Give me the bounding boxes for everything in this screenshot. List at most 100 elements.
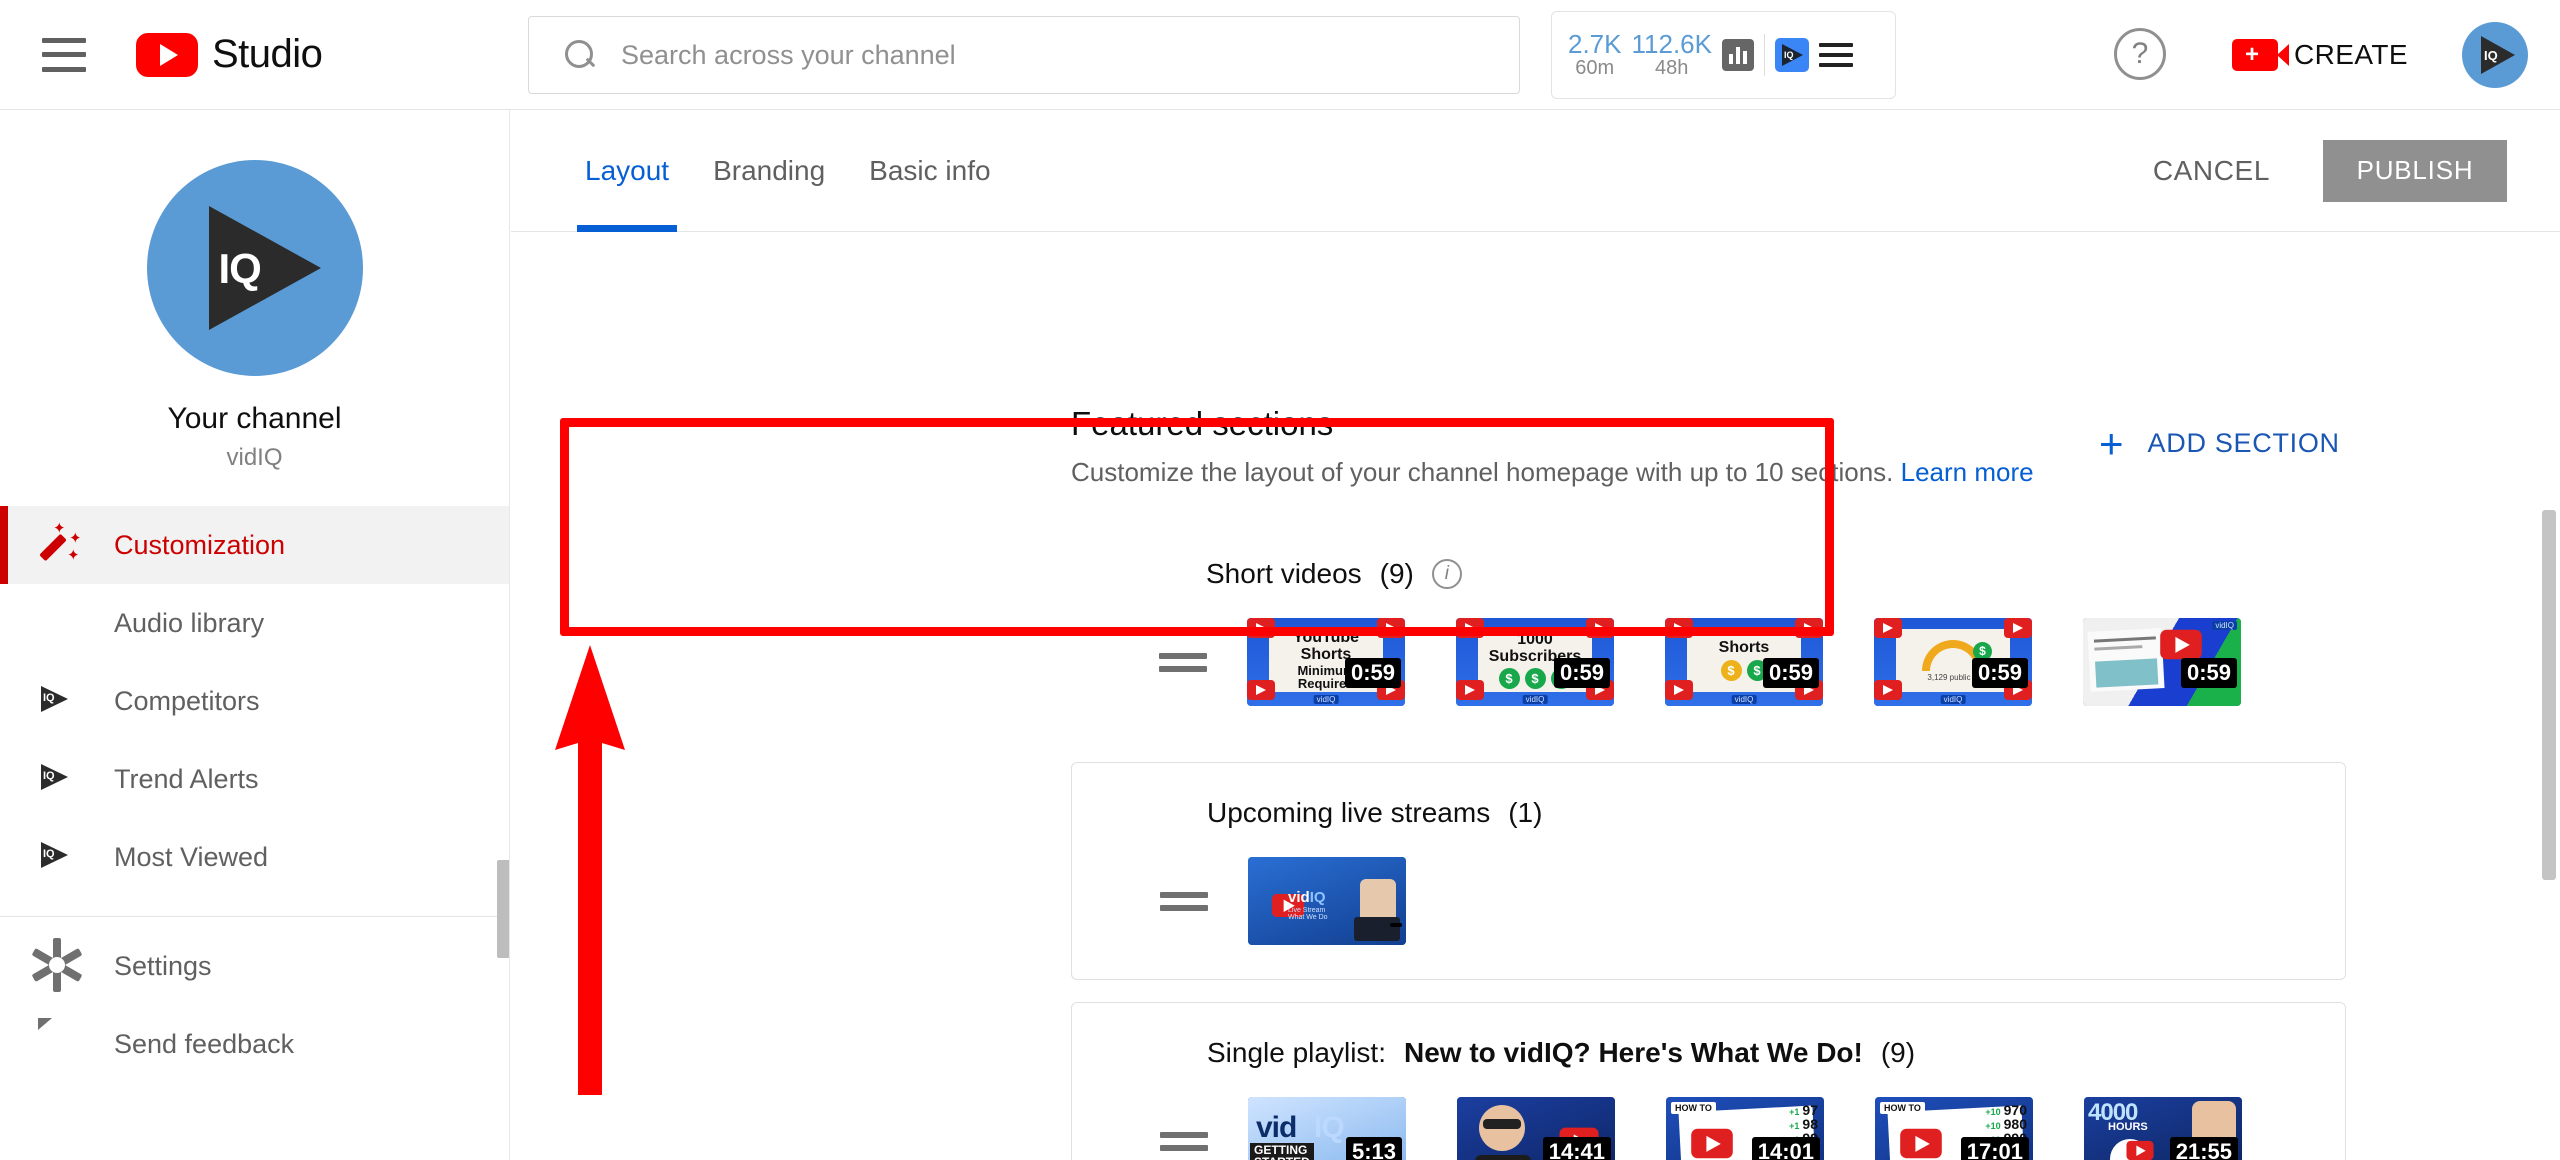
section-body: vid IQ GETTINGSTARTED 5:13 vidIQ <box>1072 1097 2345 1160</box>
info-icon[interactable]: i <box>1432 559 1462 589</box>
video-thumbnails: vidIQ Live StreamWhat We Do <box>1248 857 1406 945</box>
sidebar-item-label: Most Viewed <box>114 842 268 873</box>
sidebar-item-customization[interactable]: ✦✦✦ Customization <box>0 506 509 584</box>
video-thumbnail[interactable]: $ 3,129 public w vidIQ 0:59 <box>1874 618 2032 706</box>
drag-handle[interactable] <box>1160 1132 1208 1151</box>
video-thumbnail[interactable]: vidIQ Live StreamWhat We Do <box>1248 857 1406 945</box>
tab-label: Basic info <box>869 155 990 187</box>
sidebar-item-audio-library[interactable]: ♪ Audio library <box>0 584 509 662</box>
video-duration: 0:59 <box>2181 658 2237 688</box>
video-duration: 14:01 <box>1752 1137 1820 1160</box>
hamburger-menu-icon[interactable] <box>42 38 86 72</box>
section-count: (9) <box>1881 1037 1915 1069</box>
video-duration: 5:13 <box>1346 1137 1402 1160</box>
tab-label: Layout <box>585 155 669 187</box>
brand-text: Studio <box>212 32 322 77</box>
channel-title: Your channel <box>0 402 509 436</box>
vidiq-watch-period: 48h <box>1655 58 1688 79</box>
sidebar-scrollbar[interactable] <box>497 860 510 958</box>
section-single-playlist[interactable]: Single playlist: New to vidIQ? Here's Wh… <box>1071 1002 2346 1160</box>
video-duration: 0:59 <box>1554 658 1610 688</box>
sidebar-divider <box>0 916 509 917</box>
video-thumbnails: YouTube ShortsMinimumRequired vidIQ 0:59… <box>1247 618 2241 706</box>
page-scrollbar[interactable] <box>2542 510 2556 880</box>
plus-icon: + <box>2099 429 2124 459</box>
create-button[interactable]: + CREATE <box>2206 22 2434 88</box>
sidebar-item-trend-alerts[interactable]: IQ Trend Alerts <box>0 740 509 818</box>
video-duration: 0:59 <box>1972 658 2028 688</box>
video-thumbnail[interactable]: YouTube ShortsMinimumRequired vidIQ 0:59 <box>1247 618 1405 706</box>
bar-chart-icon[interactable] <box>1722 39 1754 71</box>
tab-basic-info[interactable]: Basic info <box>847 110 1012 232</box>
main-content: Layout Branding Basic info CANCEL PUBLIS… <box>511 110 2560 1160</box>
video-thumbnail[interactable]: vidIQ 0:59 <box>2083 618 2241 706</box>
vidiq-icon: IQ <box>34 755 82 803</box>
sidebar-nav: ✦✦✦ Customization ♪ Audio library IQ Com… <box>0 506 509 1083</box>
video-duration: 0:59 <box>1763 658 1819 688</box>
video-thumbnails: vid IQ GETTINGSTARTED 5:13 vidIQ <box>1248 1097 2242 1160</box>
video-duration: 0:59 <box>1345 658 1401 688</box>
section-short-videos[interactable]: Short videos (9) i YouTube ShortsMinimum… <box>1071 528 2346 740</box>
tab-branding[interactable]: Branding <box>691 110 847 232</box>
vidiq-stats-widget[interactable]: 2.7K 60m 112.6K 48h IQ <box>1551 11 1896 99</box>
create-button-label: CREATE <box>2294 39 2408 71</box>
channel-avatar[interactable]: IQ <box>147 160 363 376</box>
search-icon <box>563 38 597 72</box>
video-thumbnail[interactable]: vidIQ 14:41 <box>1457 1097 1615 1160</box>
vidiq-icon: IQ <box>34 833 82 881</box>
video-thumbnail[interactable]: 4000 HOURS vidIQ 21:55 <box>2084 1097 2242 1160</box>
section-body: YouTube ShortsMinimumRequired vidIQ 0:59… <box>1071 618 2346 706</box>
channel-handle: vidIQ <box>0 444 509 472</box>
sidebar-item-settings[interactable]: Settings <box>0 927 509 1005</box>
sidebar-item-label: Send feedback <box>114 1029 294 1060</box>
vidiq-menu-icon[interactable] <box>1819 43 1853 67</box>
video-duration <box>1390 923 1402 927</box>
drag-handle[interactable] <box>1159 653 1207 672</box>
tab-layout[interactable]: Layout <box>563 110 691 232</box>
add-section-button[interactable]: + ADD SECTION <box>2099 428 2340 459</box>
drag-handle[interactable] <box>1160 892 1208 911</box>
sidebar-item-send-feedback[interactable]: ! Send feedback <box>0 1005 509 1083</box>
video-thumbnail[interactable]: 1000 Subscribers $$$ vidIQ 0:59 <box>1456 618 1614 706</box>
sidebar-item-label: Audio library <box>114 608 264 639</box>
help-icon[interactable]: ? <box>2114 28 2166 80</box>
video-duration: 17:01 <box>1961 1137 2029 1160</box>
learn-more-link[interactable]: Learn more <box>1901 457 2034 487</box>
section-count: (1) <box>1508 797 1542 829</box>
vidiq-views-period: 60m <box>1575 58 1614 79</box>
section-count: (9) <box>1380 558 1414 590</box>
publish-button[interactable]: PUBLISH <box>2323 140 2507 202</box>
sidebar: IQ Your channel vidIQ ✦✦✦ Customization … <box>0 110 510 1160</box>
add-section-label: ADD SECTION <box>2148 428 2340 459</box>
sidebar-item-competitors[interactable]: IQ Competitors <box>0 662 509 740</box>
avatar[interactable]: IQ <box>2462 22 2528 88</box>
sidebar-item-label: Customization <box>114 530 285 561</box>
top-bar: Studio Search across your channel 2.7K 6… <box>0 0 2560 110</box>
youtube-studio-app: Studio Search across your channel 2.7K 6… <box>0 0 2560 1160</box>
vidiq-watch-value: 112.6K <box>1632 31 1712 58</box>
video-thumbnail[interactable]: Shorts $$ vidIQ 0:59 <box>1665 618 1823 706</box>
video-thumbnail[interactable]: HOW TO +197+198+199 vidIQ 14:01 <box>1666 1097 1824 1160</box>
video-duration: 21:55 <box>2170 1137 2238 1160</box>
search-input[interactable]: Search across your channel <box>528 16 1520 94</box>
tabs-bar: Layout Branding Basic info CANCEL PUBLIS… <box>511 110 2560 232</box>
sidebar-item-label: Settings <box>114 951 212 982</box>
sidebar-item-label: Competitors <box>114 686 260 717</box>
vidiq-logo-icon[interactable]: IQ <box>1775 38 1809 72</box>
section-upcoming-live-streams[interactable]: Upcoming live streams (1) vidIQ Live Str… <box>1071 762 2346 980</box>
section-title: Upcoming live streams (1) <box>1207 797 2345 829</box>
vidiq-stat-views[interactable]: 2.7K 60m <box>1568 31 1622 79</box>
sidebar-item-most-viewed[interactable]: IQ Most Viewed <box>0 818 509 896</box>
cancel-button[interactable]: CANCEL <box>2153 155 2270 187</box>
video-camera-plus-icon: + <box>2232 39 2278 71</box>
feedback-icon: ! <box>34 1020 82 1068</box>
video-duration: 14:41 <box>1543 1137 1611 1160</box>
section-body: vidIQ Live StreamWhat We Do <box>1072 857 2345 945</box>
playlist-name: New to vidIQ? Here's What We Do! <box>1404 1037 1863 1069</box>
video-thumbnail[interactable]: HOW TO +10970+10980+10990 vidIQ 17:01 <box>1875 1097 2033 1160</box>
vidiq-stat-watch[interactable]: 112.6K 48h <box>1632 31 1712 79</box>
video-thumbnail[interactable]: vid IQ GETTINGSTARTED 5:13 <box>1248 1097 1406 1160</box>
divider <box>1764 34 1765 76</box>
sidebar-item-label: Trend Alerts <box>114 764 259 795</box>
studio-brand-logo[interactable]: Studio <box>136 32 322 77</box>
